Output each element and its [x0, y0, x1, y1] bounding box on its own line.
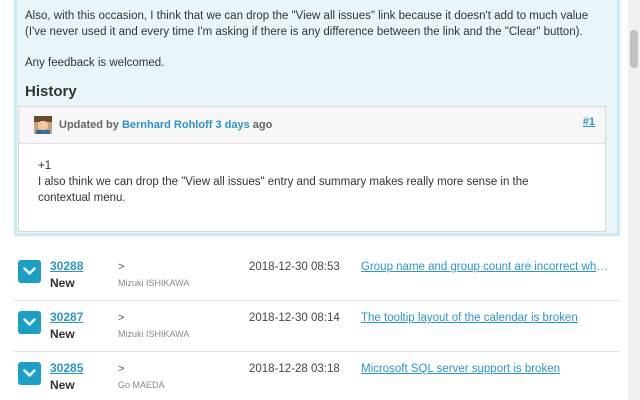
issue-author: Mizuki ISHIKAWA — [118, 329, 190, 339]
issue-arrow: > — [118, 363, 125, 375]
journal-note-body: +1 I also think we can drop the "View al… — [38, 158, 583, 206]
expand-button[interactable] — [18, 362, 41, 385]
vertical-scrollbar[interactable] — [628, 0, 640, 400]
journal-entry: Updated by Bernhard Rohloff 3 days ago #… — [18, 106, 606, 232]
time-suffix: ago — [252, 119, 273, 131]
issue-id-link[interactable]: 30287 — [50, 310, 83, 324]
description-paragraph: Any feedback is welcomed. — [25, 57, 165, 69]
issue-date: 2018-12-30 08:53 — [249, 261, 340, 273]
scrollbar-thumb[interactable] — [630, 30, 638, 68]
note-number-link[interactable]: #1 — [583, 116, 595, 128]
issue-subject-link[interactable]: The tooltip layout of the calendar is br… — [361, 312, 611, 324]
issue-status: New — [50, 378, 75, 392]
expand-button[interactable] — [18, 311, 41, 334]
issue-date: 2018-12-30 08:14 — [249, 312, 340, 324]
user-avatar — [34, 116, 52, 134]
table-row[interactable]: 30285 New > Go MAEDA 2018-12-28 03:18 Mi… — [14, 352, 620, 400]
issue-status: New — [50, 327, 75, 341]
journal-updated-by: Updated by Bernhard Rohloff 3 days ago — [59, 119, 272, 131]
issue-author: Go MAEDA — [118, 380, 165, 390]
chevron-down-icon — [23, 369, 36, 377]
issue-id-link[interactable]: 30285 — [50, 361, 83, 375]
issue-author: Mizuki ISHIKAWA — [118, 278, 190, 288]
issue-subject-link[interactable]: Microsoft SQL server support is broken — [361, 363, 611, 375]
expand-button[interactable] — [18, 260, 41, 283]
issue-id-link[interactable]: 30288 — [50, 259, 83, 273]
author-link[interactable]: Bernhard Rohloff — [122, 119, 212, 131]
journal-header: Updated by Bernhard Rohloff 3 days ago #… — [19, 107, 605, 144]
chevron-down-icon — [23, 318, 36, 326]
issue-date: 2018-12-28 03:18 — [249, 363, 340, 375]
table-row[interactable]: 30287 New > Mizuki ISHIKAWA 2018-12-30 0… — [14, 301, 620, 352]
table-row[interactable]: 30288 New > Mizuki ISHIKAWA 2018-12-30 0… — [14, 250, 620, 301]
time-ago-link[interactable]: 3 days — [215, 119, 249, 131]
chevron-down-icon — [23, 267, 36, 275]
history-heading: History — [25, 83, 77, 100]
issue-status: New — [50, 276, 75, 290]
issue-subject-link[interactable]: Group name and group count are incorrect… — [361, 261, 611, 273]
issue-arrow: > — [118, 312, 125, 324]
issue-list-viewport: Also, with this occasion, I think that w… — [0, 0, 628, 400]
updated-by-prefix: Updated by — [59, 119, 119, 131]
note-line: +1 — [38, 160, 52, 172]
description-paragraph: Also, with this occasion, I think that w… — [25, 10, 589, 38]
note-line: I also think we can drop the "View all i… — [38, 176, 529, 204]
issue-arrow: > — [118, 261, 125, 273]
